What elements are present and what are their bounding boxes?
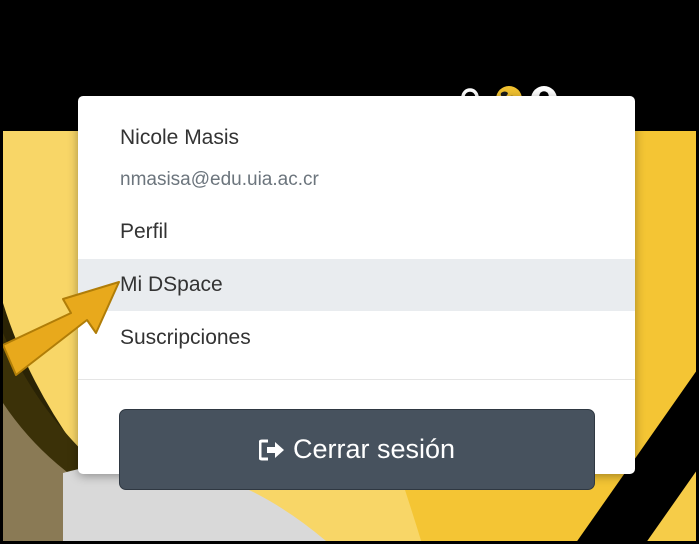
- logout-label: Cerrar sesión: [292, 434, 456, 464]
- screenshot-frame: Nicole Masis nmasisa@edu.uia.ac.cr Perfi…: [0, 0, 699, 544]
- menu-divider: [78, 379, 635, 380]
- logout-button[interactable]: Cerrar sesión: [119, 409, 595, 490]
- user-dropdown-menu: Nicole Masis nmasisa@edu.uia.ac.cr Perfi…: [78, 96, 635, 490]
- sign-out-icon: [258, 439, 284, 460]
- user-email: nmasisa@edu.uia.ac.cr: [120, 169, 319, 190]
- menu-item-label: Perfil: [120, 220, 168, 243]
- menu-item-profile[interactable]: Perfil: [78, 206, 635, 258]
- menu-item-mydspace[interactable]: Mi DSpace: [78, 259, 635, 311]
- menu-item-label: Suscripciones: [120, 326, 251, 349]
- user-name: Nicole Masis: [120, 126, 240, 149]
- menu-item-subscriptions[interactable]: Suscripciones: [78, 312, 635, 364]
- menu-item-label: Mi DSpace: [120, 273, 223, 296]
